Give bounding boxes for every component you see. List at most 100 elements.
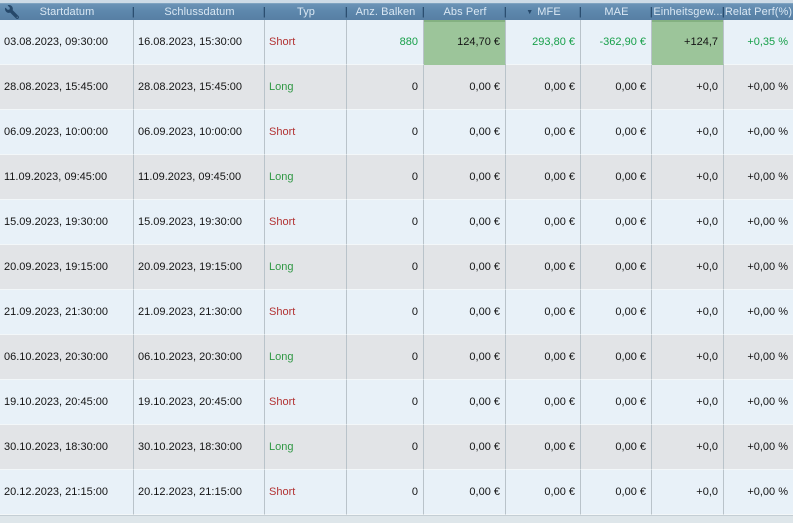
wrench-icon[interactable] xyxy=(5,5,20,20)
cell-relat-perf: +0,00 % xyxy=(724,245,793,290)
cell-schlussdatum: 15.09.2023, 19:30:00 xyxy=(134,200,265,245)
table-header: Startdatum | Schlussdatum | Typ | Anz. B… xyxy=(0,3,793,20)
cell-typ: Long xyxy=(265,425,347,470)
table-row[interactable]: 20.09.2023, 19:15:00 20.09.2023, 19:15:0… xyxy=(0,245,793,290)
sort-descending-icon: ▼ xyxy=(526,8,534,16)
cell-mfe: 0,00 € xyxy=(506,335,581,380)
column-header-relat-perf[interactable]: Relat Perf(%) xyxy=(724,4,793,20)
table-row[interactable]: 06.10.2023, 20:30:00 06.10.2023, 20:30:0… xyxy=(0,335,793,380)
cell-einheitsgew: +124,7 xyxy=(652,20,724,65)
cell-mae: 0,00 € xyxy=(581,335,652,380)
column-header-anz-balken[interactable]: Anz. Balken | xyxy=(347,4,424,20)
table-row[interactable]: 11.09.2023, 09:45:00 11.09.2023, 09:45:0… xyxy=(0,155,793,200)
table-row[interactable]: 30.10.2023, 18:30:00 30.10.2023, 18:30:0… xyxy=(0,425,793,470)
cell-schlussdatum: 21.09.2023, 21:30:00 xyxy=(134,290,265,335)
cell-mae: 0,00 € xyxy=(581,110,652,155)
cell-typ: Short xyxy=(265,200,347,245)
cell-abs-perf: 0,00 € xyxy=(424,290,506,335)
cell-schlussdatum: 11.09.2023, 09:45:00 xyxy=(134,155,265,200)
cell-einheitsgew: +0,0 xyxy=(652,155,724,200)
column-header-label: MAE xyxy=(604,6,629,18)
cell-startdatum: 20.12.2023, 21:15:00 xyxy=(0,470,134,515)
table-row[interactable]: 20.12.2023, 21:15:00 20.12.2023, 21:15:0… xyxy=(0,470,793,515)
cell-anz-balken: 0 xyxy=(347,245,424,290)
column-header-label: Einheitsgew... xyxy=(653,6,723,18)
cell-mae: 0,00 € xyxy=(581,425,652,470)
cell-relat-perf: +0,00 % xyxy=(724,290,793,335)
cell-einheitsgew: +0,0 xyxy=(652,335,724,380)
cell-typ: Short xyxy=(265,380,347,425)
cell-relat-perf: +0,00 % xyxy=(724,425,793,470)
cell-anz-balken: 0 xyxy=(347,290,424,335)
column-header-mae[interactable]: MAE | xyxy=(581,4,652,20)
cell-startdatum: 06.09.2023, 10:00:00 xyxy=(0,110,134,155)
cell-startdatum: 20.09.2023, 19:15:00 xyxy=(0,245,134,290)
cell-einheitsgew: +0,0 xyxy=(652,425,724,470)
cell-schlussdatum: 06.09.2023, 10:00:00 xyxy=(134,110,265,155)
cell-mae: 0,00 € xyxy=(581,155,652,200)
cell-mfe: 0,00 € xyxy=(506,110,581,155)
cell-startdatum: 30.10.2023, 18:30:00 xyxy=(0,425,134,470)
cell-mae: 0,00 € xyxy=(581,380,652,425)
cell-typ: Short xyxy=(265,470,347,515)
cell-anz-balken: 0 xyxy=(347,470,424,515)
cell-typ: Long xyxy=(265,65,347,110)
cell-relat-perf: +0,00 % xyxy=(724,335,793,380)
cell-schlussdatum: 20.09.2023, 19:15:00 xyxy=(134,245,265,290)
cell-anz-balken: 0 xyxy=(347,155,424,200)
cell-mfe: 0,00 € xyxy=(506,290,581,335)
cell-relat-perf: +0,35 % xyxy=(724,20,793,65)
cell-schlussdatum: 16.08.2023, 15:30:00 xyxy=(134,20,265,65)
cell-mae: 0,00 € xyxy=(581,65,652,110)
cell-einheitsgew: +0,0 xyxy=(652,65,724,110)
cell-relat-perf: +0,00 % xyxy=(724,470,793,515)
column-header-label: Relat Perf(%) xyxy=(724,6,793,18)
cell-einheitsgew: +0,0 xyxy=(652,380,724,425)
cell-mae: 0,00 € xyxy=(581,290,652,335)
cell-abs-perf: 0,00 € xyxy=(424,65,506,110)
cell-typ: Long xyxy=(265,335,347,380)
cell-typ: Long xyxy=(265,245,347,290)
column-header-label: MFE xyxy=(537,6,561,18)
cell-mfe: 0,00 € xyxy=(506,155,581,200)
cell-startdatum: 21.09.2023, 21:30:00 xyxy=(0,290,134,335)
cell-mfe: 0,00 € xyxy=(506,65,581,110)
column-header-label: Schlussdatum xyxy=(164,6,235,18)
cell-startdatum: 15.09.2023, 19:30:00 xyxy=(0,200,134,245)
table-body: 03.08.2023, 09:30:00 16.08.2023, 15:30:0… xyxy=(0,20,793,515)
cell-mfe: 293,80 € xyxy=(506,20,581,65)
bottom-strip xyxy=(0,515,793,523)
cell-startdatum: 19.10.2023, 20:45:00 xyxy=(0,380,134,425)
table-row[interactable]: 15.09.2023, 19:30:00 15.09.2023, 19:30:0… xyxy=(0,200,793,245)
cell-anz-balken: 880 xyxy=(347,20,424,65)
cell-mfe: 0,00 € xyxy=(506,245,581,290)
table-row[interactable]: 06.09.2023, 10:00:00 06.09.2023, 10:00:0… xyxy=(0,110,793,155)
cell-abs-perf: 0,00 € xyxy=(424,335,506,380)
cell-mae: -362,90 € xyxy=(581,20,652,65)
table-row[interactable]: 28.08.2023, 15:45:00 28.08.2023, 15:45:0… xyxy=(0,65,793,110)
cell-mfe: 0,00 € xyxy=(506,380,581,425)
table-row[interactable]: 03.08.2023, 09:30:00 16.08.2023, 15:30:0… xyxy=(0,20,793,65)
column-header-schlussdatum[interactable]: Schlussdatum | xyxy=(134,4,265,20)
column-header-typ[interactable]: Typ | xyxy=(265,4,347,20)
column-header-startdatum[interactable]: Startdatum | xyxy=(0,4,134,20)
column-header-einheitsgew[interactable]: Einheitsgew... | xyxy=(652,4,724,20)
cell-startdatum: 28.08.2023, 15:45:00 xyxy=(0,65,134,110)
column-header-mfe[interactable]: ▼ MFE | xyxy=(506,4,581,20)
column-header-abs-perf[interactable]: Abs Perf | xyxy=(424,4,507,20)
cell-mfe: 0,00 € xyxy=(506,200,581,245)
cell-einheitsgew: +0,0 xyxy=(652,110,724,155)
cell-relat-perf: +0,00 % xyxy=(724,155,793,200)
cell-relat-perf: +0,00 % xyxy=(724,110,793,155)
cell-mae: 0,00 € xyxy=(581,245,652,290)
cell-schlussdatum: 20.12.2023, 21:15:00 xyxy=(134,470,265,515)
cell-anz-balken: 0 xyxy=(347,335,424,380)
cell-mae: 0,00 € xyxy=(581,200,652,245)
cell-anz-balken: 0 xyxy=(347,380,424,425)
trade-list-window: Startdatum | Schlussdatum | Typ | Anz. B… xyxy=(0,0,793,523)
cell-relat-perf: +0,00 % xyxy=(724,380,793,425)
table-row[interactable]: 19.10.2023, 20:45:00 19.10.2023, 20:45:0… xyxy=(0,380,793,425)
column-header-label: Typ xyxy=(296,6,316,18)
table-row[interactable]: 21.09.2023, 21:30:00 21.09.2023, 21:30:0… xyxy=(0,290,793,335)
cell-typ: Long xyxy=(265,155,347,200)
